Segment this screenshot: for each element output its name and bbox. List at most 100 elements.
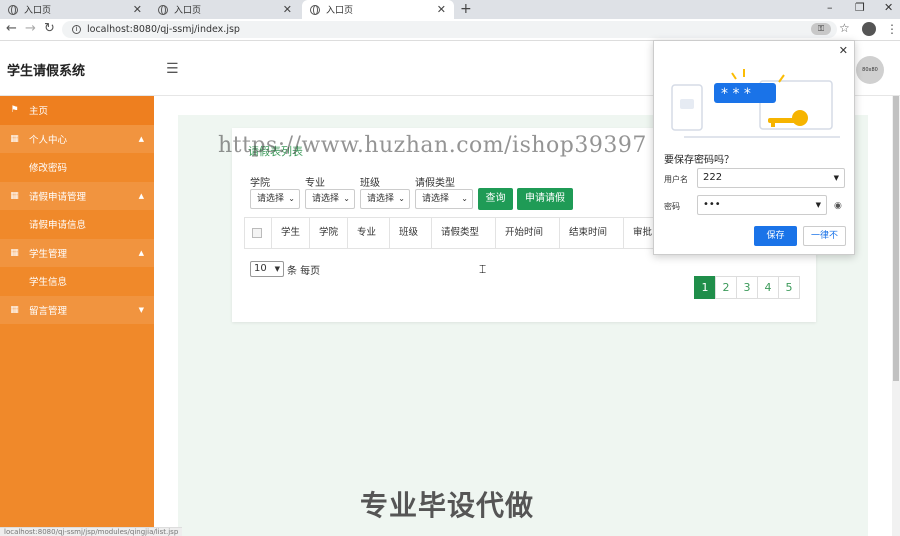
- globe-icon: [310, 4, 320, 15]
- sidebar-item-leave-management[interactable]: ▦ 请假申请管理 ▲: [0, 181, 154, 210]
- reload-icon[interactable]: ↻: [44, 21, 55, 37]
- caret-up-icon: ▲: [138, 134, 144, 143]
- browser-tab-1[interactable]: 入口页 ✕: [0, 0, 150, 19]
- back-icon[interactable]: ←: [6, 21, 17, 37]
- mouse-cursor-icon: ⌶: [479, 262, 487, 276]
- sidebar-item-personal-center[interactable]: ▦ 个人中心 ▲: [0, 124, 154, 153]
- sidebar-item-label: 学生管理: [29, 248, 68, 260]
- minimize-button[interactable]: –: [827, 0, 833, 19]
- sidebar-item-home[interactable]: ⚑ 主页: [0, 96, 154, 125]
- globe-icon: [158, 4, 168, 15]
- flag-icon: ⚑: [10, 105, 19, 116]
- sidebar-item-change-password[interactable]: 修改密码: [0, 153, 154, 182]
- column-header: 学生: [272, 218, 310, 248]
- globe-icon: [8, 4, 18, 15]
- page-button[interactable]: 4: [757, 276, 779, 299]
- caret-up-icon: ▲: [138, 191, 144, 200]
- sidebar-item-student-management[interactable]: ▦ 学生管理 ▲: [0, 238, 154, 267]
- select-value: 请选择: [367, 194, 395, 204]
- pagination: 1 2 3 4 5: [694, 276, 800, 299]
- address-bar-row: ← → ↻ i localhost:8080/qj-ssmj/index.jsp…: [0, 19, 900, 41]
- browser-tab-3[interactable]: 入口页 ✕: [302, 0, 454, 19]
- page-button[interactable]: 2: [715, 276, 737, 299]
- leave-type-select[interactable]: 请选择 ⌄: [415, 189, 473, 209]
- sidebar-item-label: 学生信息: [29, 277, 68, 289]
- password-value: •••: [703, 199, 721, 210]
- major-select[interactable]: 请选择 ⌄: [305, 189, 355, 209]
- forward-icon[interactable]: →: [25, 21, 36, 37]
- close-tab-icon[interactable]: ✕: [283, 3, 292, 16]
- profile-icon[interactable]: [862, 22, 876, 36]
- column-header: 请假类型: [432, 218, 496, 248]
- apply-leave-button[interactable]: 申请请假: [517, 188, 573, 210]
- sidebar: ⚑ 主页 ▦ 个人中心 ▲ 修改密码 ▦ 请假申请管理 ▲ 请假申请信息 ▦ 学…: [0, 96, 154, 536]
- select-value: 请选择: [257, 194, 285, 204]
- svg-text:* * *: * * *: [721, 86, 751, 102]
- menu-kebab-icon[interactable]: ⋮: [886, 22, 898, 36]
- vertical-scrollbar[interactable]: [892, 96, 900, 536]
- watermark: https://www.huzhan.com/ishop39397: [218, 133, 647, 158]
- never-button[interactable]: 一律不: [803, 226, 846, 246]
- column-header: 审批: [633, 227, 653, 238]
- promo-banner: 专业毕设代做: [360, 489, 535, 522]
- avatar[interactable]: 80x80: [856, 56, 884, 84]
- page-button[interactable]: 1: [694, 276, 716, 299]
- window-close-button[interactable]: ✕: [884, 0, 893, 19]
- class-select[interactable]: 请选择 ⌄: [360, 189, 410, 209]
- page-button[interactable]: 3: [736, 276, 758, 299]
- tab-title: 入口页: [24, 6, 52, 16]
- status-bar-url: localhost:8080/qj-ssmj/jsp/modules/qingj…: [0, 527, 183, 536]
- select-value: 请选择: [312, 194, 340, 204]
- app-title: 学生请假系统: [7, 64, 86, 79]
- close-tab-icon[interactable]: ✕: [437, 3, 446, 16]
- password-label: 密码: [664, 202, 680, 211]
- grid-icon: ▦: [10, 133, 19, 144]
- sidebar-item-student-info[interactable]: 学生信息: [0, 267, 154, 296]
- key-icon[interactable]: ⚿: [811, 23, 831, 35]
- bookmark-star-icon[interactable]: ☆: [839, 21, 850, 35]
- save-password-popup: ✕ * * * 要保存密码吗？ 用户名 222 ▼ 密码 ••• ▼ ◉ 保存 …: [653, 40, 855, 255]
- column-header: 学院: [310, 218, 348, 248]
- grid-icon: ▦: [10, 190, 19, 201]
- grid-icon: ▦: [10, 304, 19, 315]
- sidebar-item-label: 主页: [29, 106, 49, 118]
- password-field[interactable]: ••• ▼: [697, 195, 827, 215]
- filter-label-leave-type: 请假类型: [415, 178, 455, 189]
- scrollbar-thumb[interactable]: [893, 96, 899, 381]
- column-header: 班级: [390, 218, 432, 248]
- column-header: 专业: [348, 218, 390, 248]
- grid-icon: ▦: [10, 247, 19, 258]
- college-select[interactable]: 请选择 ⌄: [250, 189, 300, 209]
- save-button[interactable]: 保存: [754, 226, 797, 246]
- sidebar-item-message-management[interactable]: ▦ 留言管理 ▼: [0, 295, 154, 324]
- info-icon[interactable]: i: [72, 25, 81, 34]
- page-size-value: 10: [254, 263, 267, 274]
- chevron-down-icon: ⌄: [288, 194, 295, 203]
- hamburger-menu-icon[interactable]: ☰: [166, 61, 179, 77]
- sidebar-item-label: 留言管理: [29, 305, 68, 317]
- chevron-down-icon: ▼: [815, 201, 821, 209]
- close-tab-icon[interactable]: ✕: [133, 3, 142, 16]
- select-all-checkbox[interactable]: [252, 227, 262, 238]
- username-value: 222: [703, 172, 723, 183]
- browser-tab-2[interactable]: 入口页 ✕: [150, 0, 300, 19]
- sidebar-item-label: 请假申请信息: [29, 220, 87, 232]
- chevron-down-icon: ⌄: [343, 194, 350, 203]
- username-field[interactable]: 222 ▼: [697, 168, 845, 188]
- url-input[interactable]: i localhost:8080/qj-ssmj/index.jsp ⚿: [62, 21, 837, 38]
- tab-title: 入口页: [326, 6, 354, 16]
- sidebar-item-leave-info[interactable]: 请假申请信息: [0, 210, 154, 239]
- restore-button[interactable]: ❐: [855, 0, 865, 19]
- eye-icon[interactable]: ◉: [834, 201, 842, 211]
- sidebar-item-label: 请假申请管理: [29, 191, 87, 203]
- sidebar-item-label: 修改密码: [29, 163, 68, 175]
- column-header: 结束时间: [560, 218, 624, 248]
- new-tab-button[interactable]: +: [460, 0, 472, 19]
- query-button[interactable]: 查询: [478, 188, 513, 210]
- select-value: 请选择: [422, 194, 450, 204]
- page-size-select[interactable]: 10 ▼: [250, 261, 284, 277]
- filter-label-class: 班级: [360, 178, 380, 189]
- page-button[interactable]: 5: [778, 276, 800, 299]
- browser-tab-bar: 入口页 ✕ 入口页 ✕ 入口页 ✕ + – ❐ ✕: [0, 0, 900, 19]
- popup-title: 要保存密码吗？: [664, 155, 734, 166]
